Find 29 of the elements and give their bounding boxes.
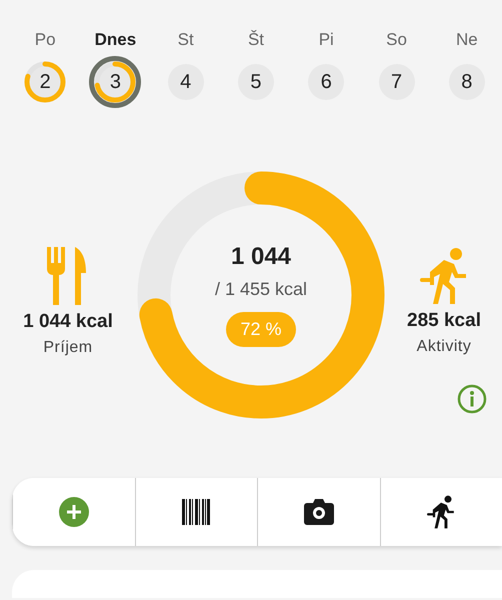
percent-badge: 72 % [226,312,296,347]
camera-button[interactable] [257,478,380,546]
barcode-button[interactable] [134,478,257,546]
intake-value: 1 044 kcal [23,311,113,333]
day-label: Dnes [94,30,136,50]
activity-button[interactable] [380,478,502,546]
day-button[interactable]: 7 [370,56,423,108]
barcode-icon [182,499,210,525]
day-button[interactable]: 8 [440,56,493,108]
camera-icon [304,499,334,525]
running-icon [420,248,468,304]
info-icon[interactable] [457,384,487,414]
day-button[interactable]: 6 [300,56,352,108]
day-label: Po [34,30,56,50]
intake-label: Príjem [43,339,93,357]
eaten-calories: 1 044 [230,243,292,271]
activity-label: Aktivity [416,338,472,356]
day-label: Ne [456,30,478,50]
add-icon [58,497,89,527]
day-label: Pi [318,30,334,50]
activity-value: 285 kcal [407,310,481,332]
calorie-goal: / 1 455 kcal [214,279,308,300]
day-label: So [386,30,407,50]
day-label: Št [248,30,264,50]
running-icon [427,495,456,529]
day-label: St [178,30,194,50]
day-button[interactable]: 3 [89,56,142,108]
day-button[interactable]: 4 [160,56,212,108]
day-button[interactable]: 5 [230,56,282,108]
